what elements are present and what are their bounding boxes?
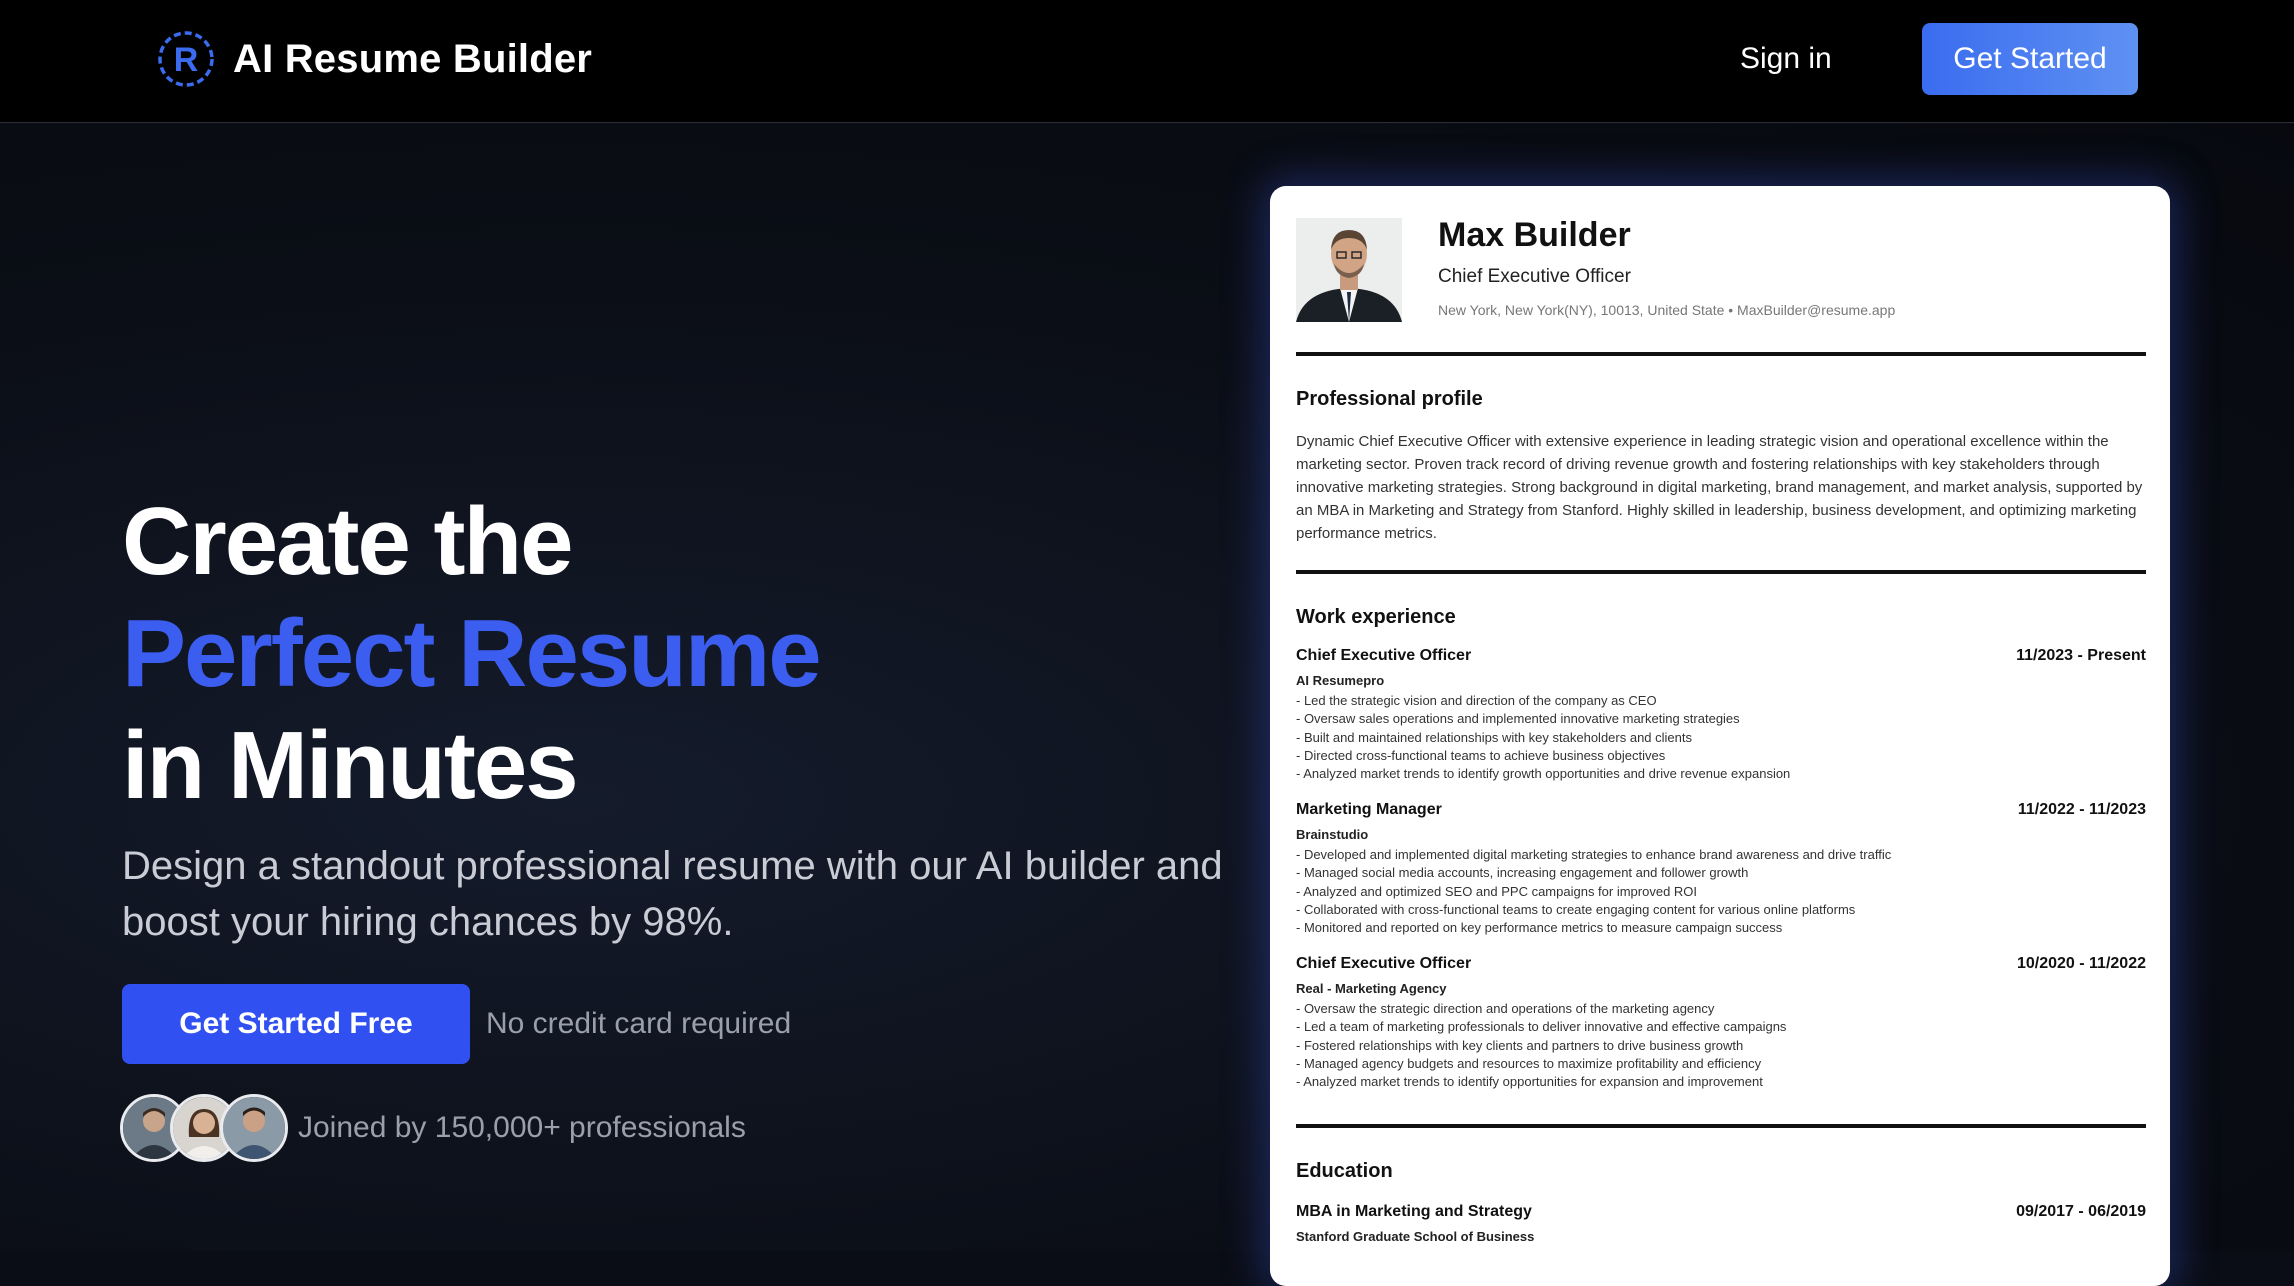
get-started-free-button[interactable]: Get Started Free xyxy=(122,984,470,1064)
headline-line-3: in Minutes xyxy=(122,712,579,819)
headline-line-2: Perfect Resume xyxy=(122,600,822,707)
section-divider xyxy=(1296,352,2146,356)
job-bullet: - Analyzed market trends to identify opp… xyxy=(1296,1074,1763,1090)
job-company: AI Resumepro xyxy=(1296,673,1385,688)
job-dates: 11/2022 - 11/2023 xyxy=(2017,801,2146,818)
work-heading: Work experience xyxy=(1296,606,1456,628)
job-company: Brainstudio xyxy=(1296,827,1369,842)
education-dates: 09/2017 - 06/2019 xyxy=(2016,1203,2146,1220)
logo-icon: R xyxy=(158,31,214,87)
profile-photo xyxy=(1296,218,1402,322)
job-bullet: - Managed agency budgets and resources t… xyxy=(1296,1055,1762,1071)
hero-subtitle: Design a standout professional resume wi… xyxy=(122,844,1223,944)
job-entry: Chief Executive Officer 10/2020 - 11/202… xyxy=(1296,952,2146,1091)
job-dates: 11/2023 - Present xyxy=(2016,647,2146,664)
profile-summary: Dynamic Chief Executive Officer with ext… xyxy=(1296,433,2143,542)
job-bullet: - Fostered relationships with key client… xyxy=(1296,1037,1744,1053)
job-entry: Marketing Manager 11/2022 - 11/2023 Brai… xyxy=(1296,798,2146,937)
section-divider xyxy=(1296,1124,2146,1128)
resume-name: Max Builder xyxy=(1438,216,1631,254)
job-bullet: - Oversaw sales operations and implement… xyxy=(1296,711,1740,727)
job-entry: Chief Executive Officer 11/2023 - Presen… xyxy=(1296,644,2146,783)
avatar-stack xyxy=(120,1094,288,1162)
job-bullet: - Collaborated with cross-functional tea… xyxy=(1296,901,1856,917)
avatar xyxy=(220,1094,288,1162)
profile-heading: Professional profile xyxy=(1296,388,1483,410)
top-nav: R AI Resume Builder Sign in Get Started xyxy=(0,0,2294,123)
resume-preview: Max Builder Chief Executive Officer New … xyxy=(1270,186,2170,1286)
education-school: Stanford Graduate School of Business xyxy=(1296,1229,1535,1244)
job-bullet: - Developed and implemented digital mark… xyxy=(1296,847,1892,862)
section-divider xyxy=(1296,570,2146,574)
social-proof-text: Joined by 150,000+ professionals xyxy=(298,1111,746,1144)
job-bullet: - Directed cross-functional teams to ach… xyxy=(1296,747,1666,763)
job-bullet: - Analyzed and optimized SEO and PPC cam… xyxy=(1296,883,1698,899)
resume-contact: New York, New York(NY), 10013, United St… xyxy=(1438,302,1896,318)
job-bullet: - Led a team of marketing professionals … xyxy=(1296,1019,1787,1035)
job-bullet: - Led the strategic vision and direction… xyxy=(1296,693,1657,708)
job-bullet: - Monitored and reported on key performa… xyxy=(1296,920,1783,936)
job-bullet: - Oversaw the strategic direction and op… xyxy=(1296,1001,1715,1016)
job-bullet: - Analyzed market trends to identify gro… xyxy=(1296,766,1791,782)
svg-text:R: R xyxy=(174,41,199,79)
hero-headline: Create the Perfect Resume in Minutes xyxy=(122,486,822,822)
job-bullet: - Managed social media accounts, increas… xyxy=(1296,865,1749,881)
education-entry: MBA in Marketing and Strategy 09/2017 - … xyxy=(1296,1200,2146,1248)
education-heading: Education xyxy=(1296,1160,1393,1182)
brand-name: AI Resume Builder xyxy=(233,36,593,81)
get-started-button[interactable]: Get Started xyxy=(1922,23,2138,95)
job-dates: 10/2020 - 11/2022 xyxy=(2016,955,2146,972)
sign-in-link[interactable]: Sign in xyxy=(1740,34,1832,84)
no-credit-card-note: No credit card required xyxy=(486,1007,792,1040)
job-bullet: - Built and maintained relationships wit… xyxy=(1296,729,1692,745)
brand-logo[interactable]: R AI Resume Builder xyxy=(157,30,592,88)
job-company: Real - Marketing Agency xyxy=(1296,981,1447,996)
resume-title: Chief Executive Officer xyxy=(1438,266,1631,287)
headline-line-1: Create the xyxy=(122,488,573,595)
